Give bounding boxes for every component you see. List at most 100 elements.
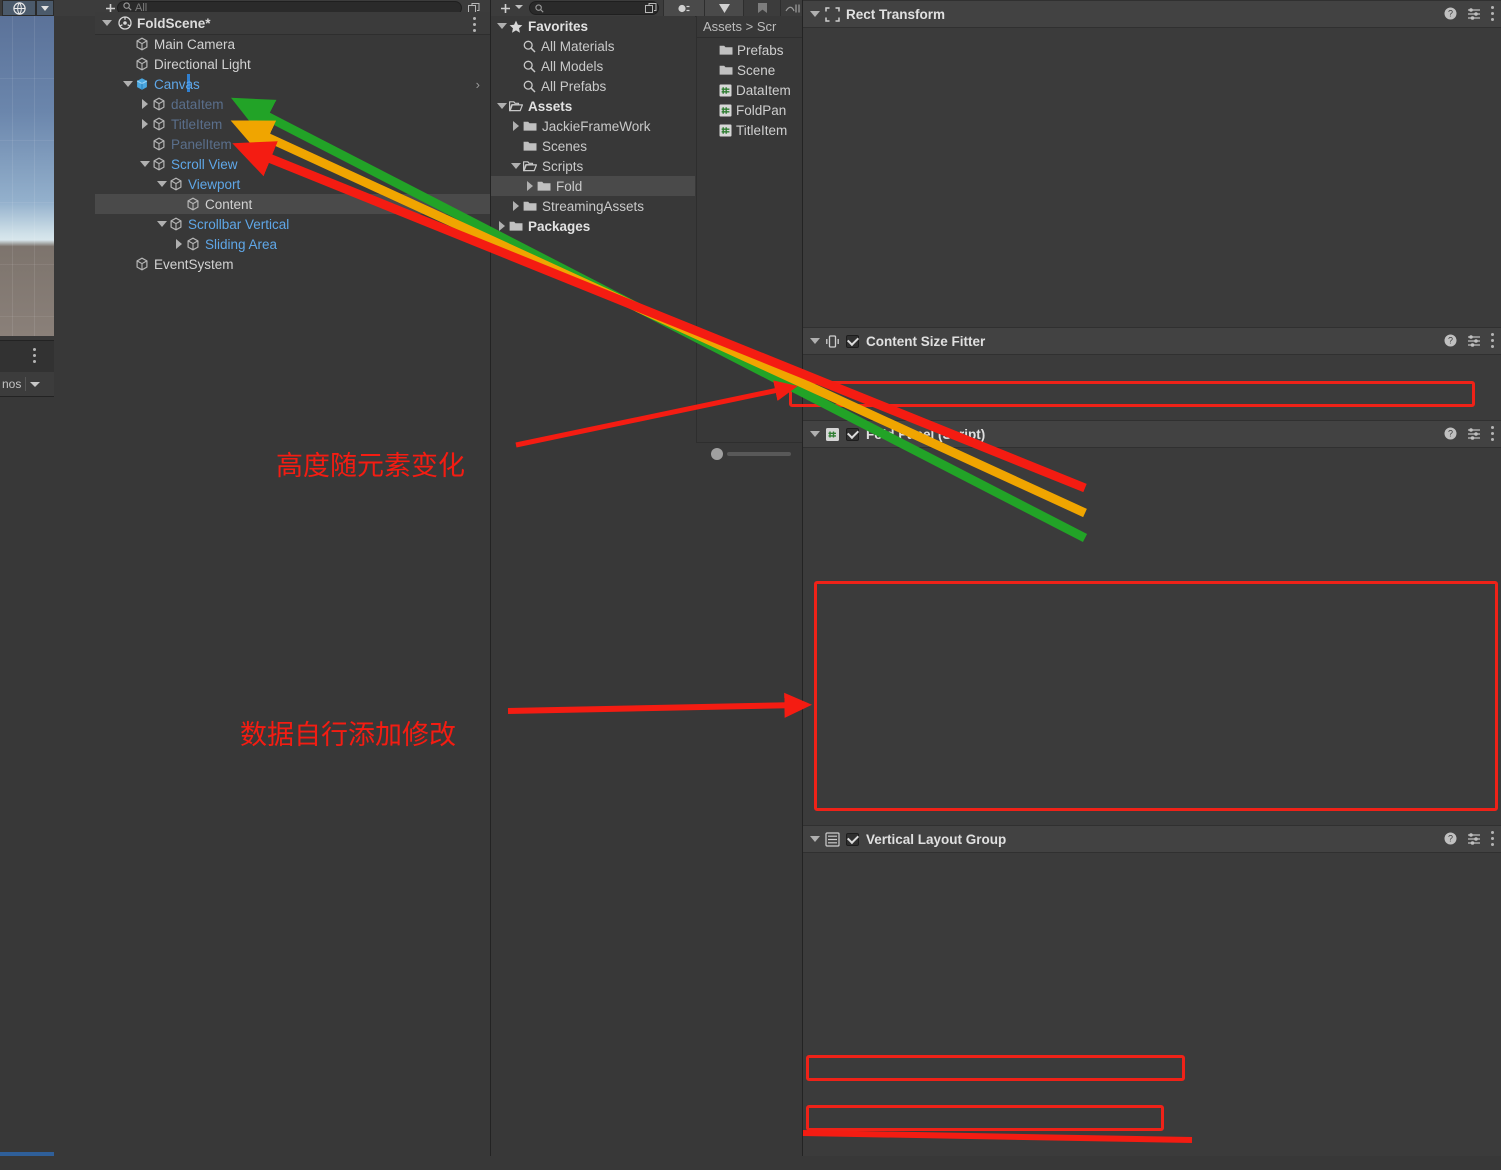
component-enabled-checkbox[interactable] [846, 832, 859, 846]
project-tree-item-label: Favorites [528, 18, 589, 34]
foldout-icon[interactable] [139, 119, 151, 129]
component-kebab-icon[interactable] [1491, 333, 1494, 351]
hierarchy-item-label: Content [205, 196, 253, 212]
hierarchy-panel: All FoldScene* Main Camera Directional Li… [95, 0, 490, 1156]
component-header-vertical-layout-group[interactable]: Vertical Layout Group ? [803, 825, 1501, 853]
foldout-icon[interactable] [495, 23, 509, 29]
hierarchy-item-sliding-area[interactable]: Sliding Area [95, 234, 490, 254]
preset-icon[interactable] [1467, 7, 1481, 23]
project-tree-item-label: Scenes [542, 138, 588, 154]
prefab-enter-chevron-icon[interactable]: › [476, 77, 480, 92]
project-add-button[interactable] [495, 1, 515, 15]
foldout-icon[interactable] [122, 81, 134, 87]
project-tree-item-scenes[interactable]: Scenes [491, 136, 695, 156]
foldout-icon[interactable] [173, 239, 185, 249]
hierarchy-item-canvas[interactable]: Canvas › [95, 74, 490, 94]
orientation-gizmo-icon[interactable] [2, 0, 36, 16]
foldout-icon[interactable] [139, 161, 151, 167]
hierarchy-item-eventsystem[interactable]: EventSystem [95, 254, 490, 274]
component-enabled-checkbox[interactable] [846, 334, 859, 348]
preset-icon[interactable] [1467, 832, 1481, 848]
foldout-icon[interactable] [495, 221, 509, 231]
help-icon[interactable]: ? [1444, 832, 1457, 848]
foldout-icon[interactable] [509, 201, 523, 211]
project-toolbar [491, 0, 804, 17]
component-kebab-icon[interactable] [1491, 831, 1494, 849]
help-icon[interactable]: ? [1444, 334, 1457, 350]
foldout-icon[interactable] [495, 103, 509, 109]
scene-gizmos-bar[interactable]: nos [0, 372, 54, 397]
scene-gizmo-dropdown[interactable] [36, 0, 54, 16]
scene-options-kebab-icon[interactable] [33, 348, 39, 364]
hierarchy-scene-root-row[interactable]: FoldScene* [95, 12, 490, 35]
hierarchy-item-main-camera[interactable]: Main Camera [95, 34, 490, 54]
help-icon[interactable]: ? [1444, 7, 1457, 23]
breadcrumb[interactable]: Assets > Scr [697, 16, 804, 38]
hierarchy-item-directional-light[interactable]: Directional Light [95, 54, 490, 74]
project-tree-item-assets[interactable]: Assets [491, 96, 695, 116]
project-tree-item-fold[interactable]: Fold [491, 176, 695, 196]
project-tree-item-all-prefabs[interactable]: All Prefabs [491, 76, 695, 96]
project-tree-item-label: StreamingAssets [542, 198, 645, 214]
search-icon [535, 3, 544, 13]
component-kebab-icon[interactable] [1491, 426, 1494, 444]
project-asset-item-prefabs[interactable]: Prefabs [697, 40, 804, 60]
project-zoom-slider-knob[interactable] [711, 448, 723, 460]
project-asset-item-foldpan[interactable]: FoldPan [697, 100, 804, 120]
hierarchy-item-dataitem[interactable]: dataItem [95, 94, 490, 114]
project-tree-item-scripts[interactable]: Scripts [491, 156, 695, 176]
project-tree-item-jackieframework[interactable]: JackieFrameWork [491, 116, 695, 136]
project-favorites-icon[interactable] [743, 0, 780, 16]
project-tree-item-packages[interactable]: Packages [491, 216, 695, 236]
chevron-down-icon[interactable] [810, 836, 820, 842]
chevron-down-icon[interactable] [810, 338, 820, 344]
gameobject-icon [135, 77, 149, 91]
svg-text:?: ? [1448, 9, 1453, 19]
component-kebab-icon[interactable] [1491, 6, 1494, 24]
project-search-mode-icon[interactable] [643, 1, 659, 15]
help-icon[interactable]: ? [1444, 427, 1457, 443]
hierarchy-item-titleitem[interactable]: TitleItem [95, 114, 490, 134]
hierarchy-item-content[interactable]: Content [95, 194, 490, 214]
scene-viewport[interactable] [0, 16, 54, 336]
project-tree-item-streamingassets[interactable]: StreamingAssets [491, 196, 695, 216]
hierarchy-item-panelitem[interactable]: PanelItem [95, 134, 490, 154]
project-asset-item-dataitem[interactable]: DataItem [697, 80, 804, 100]
foldout-icon[interactable] [156, 221, 168, 227]
component-header-rect-transform[interactable]: Rect Transform ? [803, 0, 1501, 28]
hierarchy-item-label: Canvas [154, 76, 200, 92]
project-tree-item-favorites[interactable]: Favorites [491, 16, 695, 36]
foldout-icon[interactable] [156, 181, 168, 187]
chevron-down-icon[interactable] [810, 431, 820, 437]
project-tree-item-all-models[interactable]: All Models [491, 56, 695, 76]
foldout-icon[interactable] [523, 181, 537, 191]
hierarchy-item-scrollbar-vertical[interactable]: Scrollbar Vertical [95, 214, 490, 234]
folder-icon [523, 120, 537, 132]
foldout-icon[interactable] [509, 163, 523, 169]
project-filter-type-icon[interactable] [663, 0, 704, 16]
project-asset-item-titleitem[interactable]: TitleItem [697, 120, 804, 140]
project-tree-item-all-materials[interactable]: All Materials [491, 36, 695, 56]
hierarchy-item-scroll-view[interactable]: Scroll View [95, 154, 490, 174]
project-search-input[interactable] [529, 1, 659, 15]
chevron-down-icon[interactable] [810, 11, 820, 17]
foldout-icon[interactable] [139, 99, 151, 109]
project-zoom-slider-track[interactable] [727, 452, 791, 456]
project-asset-item-scene[interactable]: Scene [697, 60, 804, 80]
chevron-down-icon[interactable] [30, 381, 41, 387]
project-add-dropdown-icon[interactable] [515, 5, 523, 9]
component-enabled-checkbox[interactable] [846, 427, 859, 441]
preset-icon[interactable] [1467, 427, 1481, 443]
chevron-down-icon[interactable] [102, 20, 112, 26]
preset-icon[interactable] [1467, 334, 1481, 350]
hierarchy-item-viewport[interactable]: Viewport [95, 174, 490, 194]
component-header-fold-panel[interactable]: Fold Panel (Script) ? [803, 420, 1501, 448]
hierarchy-scene-kebab-icon[interactable] [473, 17, 476, 35]
project-more-icon[interactable] [780, 0, 804, 16]
gameobject-icon [152, 137, 166, 151]
component-header-content-size-fitter[interactable]: Content Size Fitter ? [803, 327, 1501, 355]
project-filter-label-icon[interactable] [704, 0, 743, 16]
project-tree-item-label: All Models [541, 58, 604, 74]
foldout-icon[interactable] [509, 121, 523, 131]
gameobject-icon [152, 157, 166, 171]
